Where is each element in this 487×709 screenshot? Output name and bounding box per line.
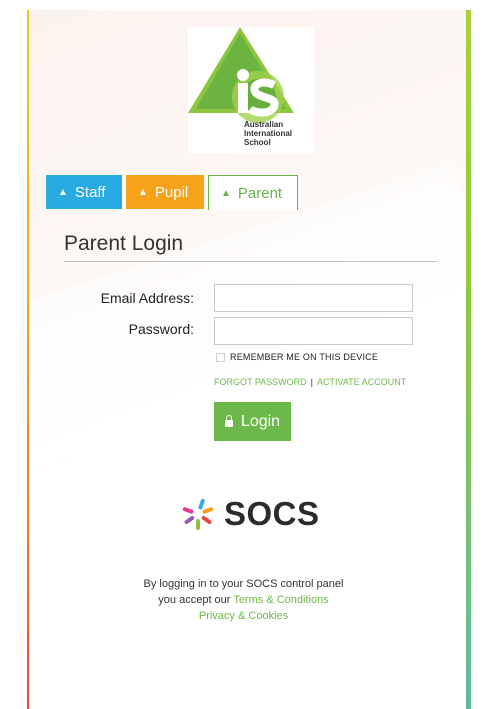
school-logo-text: Australian International School [244, 120, 293, 147]
link-separator: | [310, 377, 314, 387]
socs-logo: SOCS [180, 495, 320, 533]
email-field[interactable] [214, 284, 413, 312]
forgot-password-link[interactable]: FORGOT PASSWORD [214, 377, 307, 387]
tab-staff[interactable]: ▲ Staff [46, 175, 122, 209]
page-title: Parent Login [64, 232, 184, 255]
tab-parent[interactable]: ▲ Parent [208, 175, 298, 210]
remember-me[interactable]: REMEMBER ME ON THIS DEVICE [216, 352, 378, 362]
title-divider [64, 261, 437, 262]
remember-checkbox[interactable] [216, 352, 225, 362]
email-label: Email Address: [100, 290, 194, 306]
login-button-label: Login [240, 412, 281, 430]
footer-privacy-line: Privacy & Cookies [0, 610, 487, 622]
tab-pupil[interactable]: ▲ Pupil [126, 175, 204, 209]
privacy-link[interactable]: Privacy & Cookies [199, 610, 288, 622]
tab-pupil-label: Pupil [154, 183, 189, 201]
user-icon: ▲ [138, 186, 148, 198]
footer-notice: By logging in to your SOCS control panel [143, 578, 344, 590]
activate-account-link[interactable]: ACTIVATE ACCOUNT [317, 377, 406, 387]
socs-pinwheel-icon [182, 498, 214, 530]
terms-link[interactable]: Terms & Conditions [233, 594, 328, 606]
tab-parent-label: Parent [237, 184, 283, 202]
remember-label: REMEMBER ME ON THIS DEVICE [230, 352, 379, 362]
socs-wordmark: SOCS [224, 495, 320, 532]
password-field[interactable] [214, 317, 413, 345]
user-icon: ▲ [221, 187, 231, 199]
password-label: Password: [128, 321, 194, 337]
lock-icon [224, 415, 233, 427]
account-links: FORGOT PASSWORD | ACTIVATE ACCOUNT [214, 377, 406, 387]
user-icon: ▲ [58, 186, 68, 198]
login-button[interactable]: Login [214, 402, 291, 441]
tab-staff-label: Staff [74, 183, 106, 201]
footer-terms-line: you accept our Terms & Conditions [0, 594, 487, 606]
footer-terms-prefix: you accept our [158, 594, 231, 606]
